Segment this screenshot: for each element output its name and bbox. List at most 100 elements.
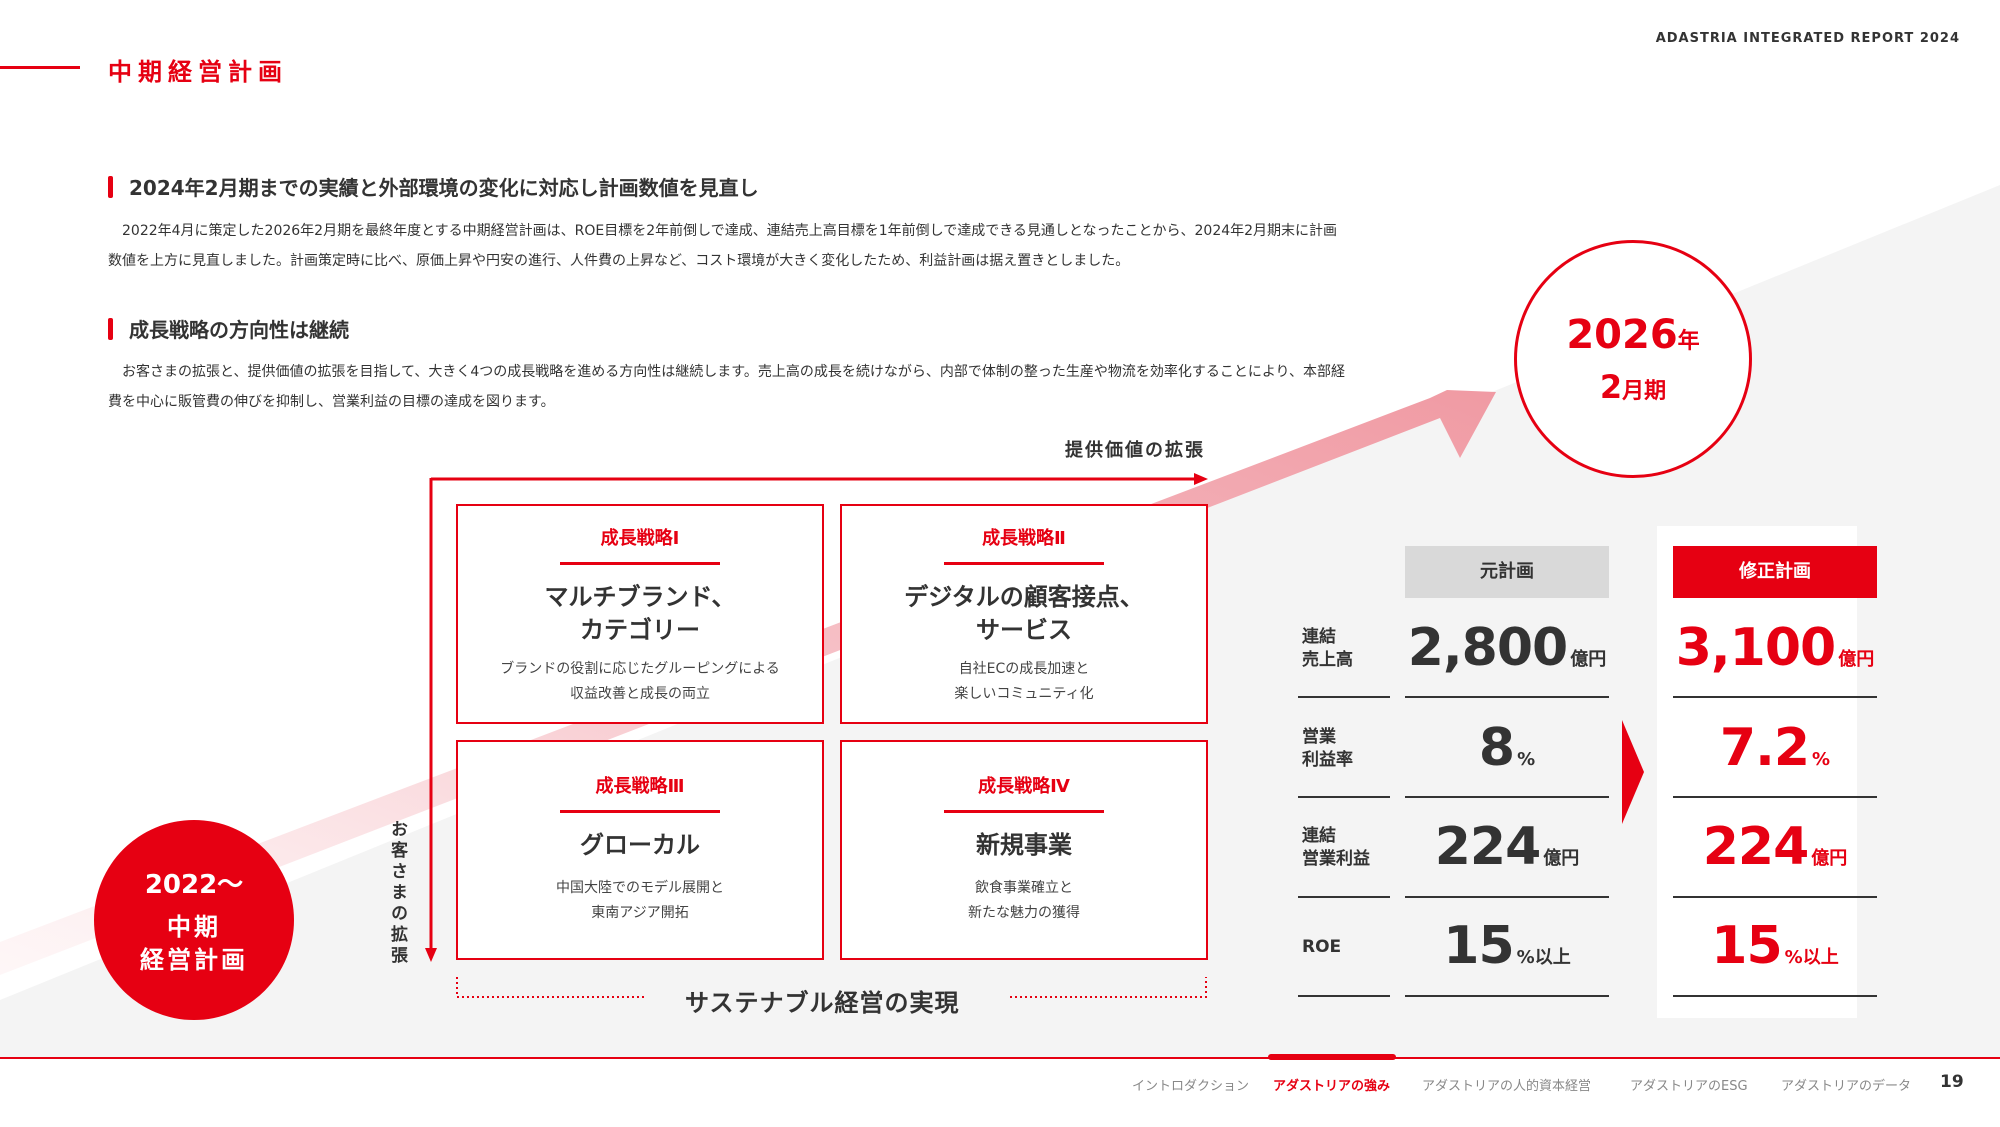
start-circle: 2022〜 中期 経営計画 <box>94 820 294 1020</box>
value-number: 7.2 <box>1719 718 1810 778</box>
footer-divider <box>0 1057 2000 1059</box>
value-unit: %以上 <box>1784 947 1839 968</box>
strategy-rule <box>560 562 720 565</box>
original-plan-header: 元計画 <box>1405 546 1609 598</box>
nav-human-capital[interactable]: アダストリアの人的資本経営 <box>1422 1075 1591 1094</box>
strategy-box-4: 成長戦略Ⅳ 新規事業 飲食事業確立と 新たな魅力の獲得 <box>840 740 1208 960</box>
strategy-desc: 自社ECの成長加速と 楽しいコミュニティ化 <box>842 657 1206 707</box>
report-name: ADASTRIA INTEGRATED REPORT 2024 <box>1655 31 1960 46</box>
strategy-title: デジタルの顧客接点、 サービス <box>842 581 1206 647</box>
strategy-desc: 中国大陸でのモデル展開と 東南アジア開拓 <box>458 876 822 926</box>
row-divider <box>1405 796 1609 798</box>
strategy-label: 成長戦略Ⅲ <box>595 776 685 797</box>
nav-data[interactable]: アダストリアのデータ <box>1781 1075 1911 1094</box>
row-divider <box>1673 896 1877 898</box>
value-number: 8 <box>1478 718 1515 778</box>
row-label-line: 利益率 <box>1302 750 1353 770</box>
strategy-label: 成長戦略Ⅰ <box>600 528 680 549</box>
plan-change-arrow-icon <box>1622 720 1644 824</box>
title-accent-line <box>0 66 80 69</box>
strategy-label: 成長戦略Ⅳ <box>978 776 1070 797</box>
start-title-line: 経営計画 <box>140 946 248 974</box>
goal-month: 2月期 <box>1517 364 1749 415</box>
heading-bar <box>108 317 113 340</box>
strategy-title: 新規事業 <box>842 829 1206 862</box>
heading-bar <box>108 175 113 198</box>
strategy-rule <box>560 810 720 813</box>
strategy-title-line: マルチブランド、 <box>544 583 736 611</box>
strategy-desc-line: 自社ECの成長加速と <box>958 661 1090 677</box>
revised-value-roe: 15 %以上 <box>1673 916 1877 976</box>
row-label-line: 営業 <box>1302 727 1336 747</box>
nav-strengths[interactable]: アダストリアの強み <box>1273 1075 1390 1094</box>
goal-year-number: 2026 <box>1566 312 1678 358</box>
row-label-sales: 連結 売上高 <box>1302 626 1353 672</box>
section-body-2: お客さまの拡張と、提供価値の拡張を目指して、大きく4つの成長戦略を進める方向性は… <box>108 364 1345 410</box>
axis-vertical-arrowhead <box>425 948 437 962</box>
strategy-title-line: グローカル <box>580 831 700 859</box>
strategy-desc-line: 新たな魅力の獲得 <box>968 905 1080 921</box>
bracket-left <box>456 977 645 998</box>
goal-year-unit: 年 <box>1677 329 1700 354</box>
row-label-line: 営業利益 <box>1302 849 1370 869</box>
revised-value-op-income: 224 億円 <box>1673 817 1877 877</box>
value-number: 3,100 <box>1675 618 1836 678</box>
row-label-op-margin: 営業 利益率 <box>1302 726 1353 772</box>
page-number: 19 <box>1940 1072 1964 1092</box>
strategy-rule <box>944 810 1104 813</box>
goal-month-number: 2 <box>1599 368 1623 406</box>
strategy-desc-line: 楽しいコミュニティ化 <box>954 686 1094 702</box>
strategy-title-line: 新規事業 <box>976 831 1072 859</box>
nav-esg[interactable]: アダストリアのESG <box>1630 1075 1748 1094</box>
revised-value-sales: 3,100 億円 <box>1673 618 1877 678</box>
section-heading-text: 成長戦略の方向性は継続 <box>129 318 349 342</box>
goal-circle: 2026年 2月期 <box>1514 240 1752 478</box>
original-value-roe: 15 %以上 <box>1405 916 1609 976</box>
row-label-roe: ROE <box>1302 936 1341 959</box>
strategy-desc-line: ブランドの役割に応じたグルーピングによる <box>500 661 780 677</box>
row-label-line: 連結 <box>1302 826 1336 846</box>
original-value-sales: 2,800 億円 <box>1405 618 1609 678</box>
strategy-title: マルチブランド、 カテゴリー <box>458 581 822 647</box>
value-number: 224 <box>1434 817 1542 877</box>
strategy-desc-line: 収益改善と成長の両立 <box>570 686 710 702</box>
row-divider <box>1673 696 1877 698</box>
row-divider <box>1673 995 1877 997</box>
strategy-title: グローカル <box>458 829 822 862</box>
strategy-box-3: 成長戦略Ⅲ グローカル 中国大陸でのモデル展開と 東南アジア開拓 <box>456 740 824 960</box>
row-divider <box>1405 896 1609 898</box>
section-body-1: 2022年4月に策定した2026年2月期を最終年度とする中期経営計画は、ROE目… <box>108 223 1338 269</box>
axis-horizontal-arrowhead <box>1194 473 1208 485</box>
page-title: 中期経営計画 <box>108 58 288 86</box>
strategy-desc-line: 東南アジア開拓 <box>591 905 689 921</box>
nav-introduction[interactable]: イントロダクション <box>1132 1075 1249 1094</box>
value-number: 2,800 <box>1407 618 1568 678</box>
value-unit: % <box>1517 749 1536 770</box>
value-unit: 億円 <box>1838 649 1875 670</box>
value-number: 15 <box>1443 916 1514 976</box>
row-divider <box>1405 995 1609 997</box>
revised-plan-header: 修正計画 <box>1673 546 1877 598</box>
row-label-op-income: 連結 営業利益 <box>1302 825 1370 871</box>
value-unit: 億円 <box>1543 848 1580 869</box>
section-heading-2: 成長戦略の方向性は継続 <box>108 314 349 343</box>
original-value-op-income: 224 億円 <box>1405 817 1609 877</box>
row-divider <box>1673 796 1877 798</box>
bracket-right <box>1010 977 1207 998</box>
row-divider <box>1405 696 1609 698</box>
row-divider <box>1298 995 1390 997</box>
foundation-label: サステナブル経営の実現 <box>685 989 960 1017</box>
row-label-line: 売上高 <box>1302 650 1353 670</box>
axis-label-vertical: お客さまの拡張 <box>387 820 407 967</box>
strategy-title-line: サービス <box>976 616 1072 644</box>
goal-month-unit: 月期 <box>1622 379 1667 404</box>
row-label-line: ROE <box>1302 937 1342 957</box>
strategy-label: 成長戦略Ⅱ <box>982 528 1066 549</box>
strategy-title-line: カテゴリー <box>580 616 700 644</box>
value-number: 224 <box>1702 817 1810 877</box>
revised-value-op-margin: 7.2% <box>1673 718 1877 778</box>
strategy-box-1: 成長戦略Ⅰ マルチブランド、 カテゴリー ブランドの役割に応じたグルーピングによ… <box>456 504 824 724</box>
strategy-title-line: デジタルの顧客接点、 <box>904 583 1144 611</box>
row-label-line: 連結 <box>1302 627 1336 647</box>
value-unit: 億円 <box>1811 848 1848 869</box>
